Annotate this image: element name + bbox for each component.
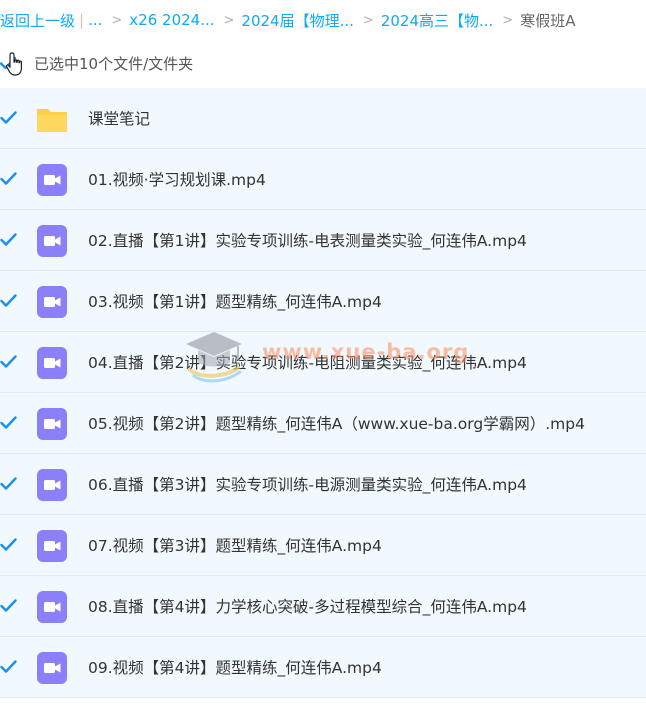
chevron-right-icon: > <box>223 12 235 28</box>
file-name[interactable]: 02.直播【第1讲】实验专项训练-电表测量类实验_何连伟A.mp4 <box>88 229 527 251</box>
row-checkbox[interactable] <box>0 658 17 675</box>
breadcrumb-ellipsis[interactable]: ... <box>88 11 102 29</box>
video-file-icon <box>37 286 67 318</box>
video-file-icon <box>37 652 67 684</box>
video-file-icon <box>37 225 67 257</box>
file-row[interactable]: 05.视频【第2讲】题型精练_何连伟A（www.xue-ba.org学霸网）.m… <box>0 393 646 454</box>
chevron-right-icon: > <box>362 12 374 28</box>
row-checkbox[interactable] <box>0 231 17 248</box>
breadcrumb-current: 寒假班A <box>520 11 576 30</box>
file-name[interactable]: 05.视频【第2讲】题型精练_何连伟A（www.xue-ba.org学霸网）.m… <box>88 412 585 434</box>
folder-icon <box>37 109 67 132</box>
file-name[interactable]: 06.直播【第3讲】实验专项训练-电源测量类实验_何连伟A.mp4 <box>88 473 527 495</box>
file-row[interactable]: 01.视频·学习规划课.mp4 <box>0 149 646 210</box>
selection-bar: 已选中10个文件/文件夹 <box>0 48 646 78</box>
breadcrumb: 返回上一级 | ... > x26 2024... > 2024届【物理... … <box>0 6 575 34</box>
breadcrumb-item[interactable]: 2024高三【物... <box>381 10 493 31</box>
file-row[interactable]: 03.视频【第1讲】题型精练_何连伟A.mp4 <box>0 271 646 332</box>
file-row[interactable]: 课堂笔记 <box>0 88 646 149</box>
file-name[interactable]: 01.视频·学习规划课.mp4 <box>88 168 266 190</box>
row-checkbox[interactable] <box>0 536 17 553</box>
row-checkbox[interactable] <box>0 414 17 431</box>
file-name[interactable]: 07.视频【第3讲】题型精练_何连伟A.mp4 <box>88 534 382 556</box>
video-file-icon <box>37 408 67 440</box>
file-row[interactable]: 08.直播【第4讲】力学核心突破-多过程模型综合_何连伟A.mp4 <box>0 576 646 637</box>
file-name[interactable]: 04.直播【第2讲】实验专项训练-电阻测量类实验_何连伟A.mp4 <box>88 351 527 373</box>
file-list: 课堂笔记 01.视频·学习规划课.mp4 02.直播【第1讲】实验专项训练-电表… <box>0 88 646 698</box>
selection-count-text: 已选中10个文件/文件夹 <box>34 55 194 73</box>
breadcrumb-divider: | <box>79 11 85 29</box>
file-row[interactable]: 07.视频【第3讲】题型精练_何连伟A.mp4 <box>0 515 646 576</box>
file-manager-page: 返回上一级 | ... > x26 2024... > 2024届【物理... … <box>0 0 646 716</box>
video-file-icon <box>37 347 67 379</box>
video-file-icon <box>37 164 67 196</box>
row-checkbox[interactable] <box>0 292 17 309</box>
file-row[interactable]: 09.视频【第4讲】题型精练_何连伟A.mp4 <box>0 637 646 698</box>
file-name[interactable]: 03.视频【第1讲】题型精练_何连伟A.mp4 <box>88 290 382 312</box>
row-checkbox[interactable] <box>0 109 17 126</box>
row-checkbox[interactable] <box>0 170 17 187</box>
video-file-icon <box>37 530 67 562</box>
breadcrumb-item[interactable]: x26 2024... <box>129 11 214 29</box>
row-checkbox[interactable] <box>0 475 17 492</box>
hand-cursor-icon <box>5 52 22 76</box>
row-checkbox[interactable] <box>0 597 17 614</box>
file-row[interactable]: 04.直播【第2讲】实验专项训练-电阻测量类实验_何连伟A.mp4 <box>0 332 646 393</box>
breadcrumb-item[interactable]: 2024届【物理... <box>241 10 353 31</box>
breadcrumb-back-link[interactable]: 返回上一级 <box>0 10 75 31</box>
file-name[interactable]: 08.直播【第4讲】力学核心突破-多过程模型综合_何连伟A.mp4 <box>88 595 527 617</box>
chevron-right-icon: > <box>502 12 514 28</box>
file-row[interactable]: 06.直播【第3讲】实验专项训练-电源测量类实验_何连伟A.mp4 <box>0 454 646 515</box>
chevron-right-icon: > <box>111 12 123 28</box>
file-name[interactable]: 09.视频【第4讲】题型精练_何连伟A.mp4 <box>88 656 382 678</box>
file-row[interactable]: 02.直播【第1讲】实验专项训练-电表测量类实验_何连伟A.mp4 <box>0 210 646 271</box>
row-checkbox[interactable] <box>0 353 17 370</box>
file-name[interactable]: 课堂笔记 <box>88 107 150 129</box>
video-file-icon <box>37 469 67 501</box>
video-file-icon <box>37 591 67 623</box>
